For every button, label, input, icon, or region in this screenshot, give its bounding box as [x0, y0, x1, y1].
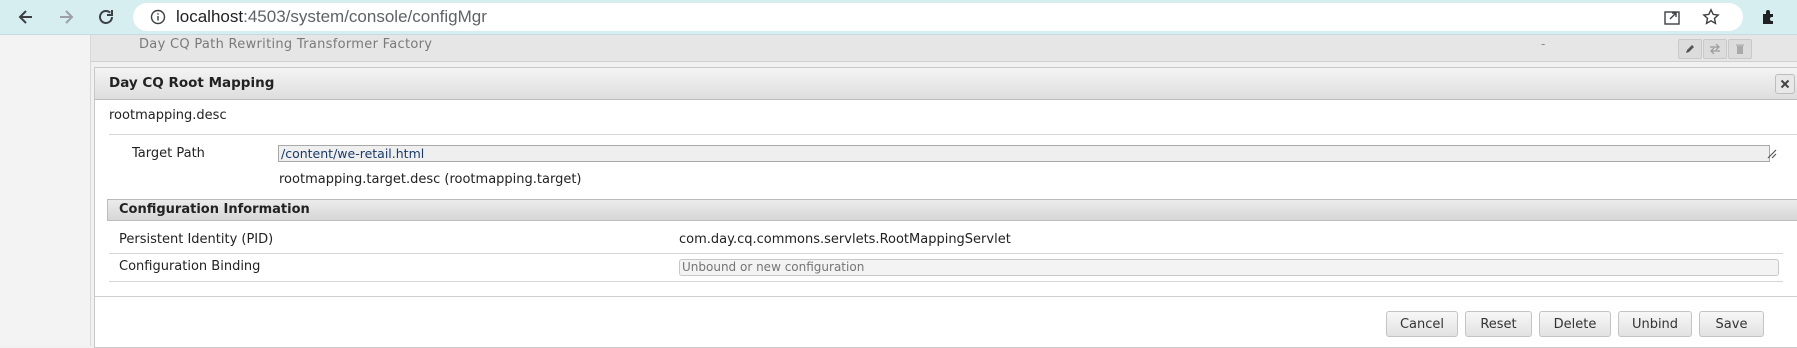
unbind-button[interactable]: Unbind	[1618, 311, 1692, 337]
edit-pencil-icon[interactable]	[1678, 39, 1702, 59]
browser-toolbar: localhost:4503/system/console/configMgr	[0, 0, 1797, 35]
url-text: localhost:4503/system/console/configMgr	[176, 3, 487, 31]
unbind-arrows-icon[interactable]	[1703, 39, 1727, 59]
dialog-titlebar[interactable]: Day CQ Root Mapping	[95, 68, 1797, 100]
save-button[interactable]: Save	[1699, 311, 1764, 337]
configuration-info-header: Configuration Information	[107, 199, 1797, 221]
config-row-name: Day CQ Path Rewriting Transformer Factor…	[139, 37, 433, 52]
reload-icon[interactable]	[93, 4, 119, 30]
bookmark-star-icon[interactable]	[1702, 8, 1720, 26]
divider	[109, 253, 1783, 254]
site-info-icon[interactable]	[150, 9, 166, 25]
binding-input	[679, 259, 1779, 276]
target-path-hint: rootmapping.target.desc (rootmapping.tar…	[279, 172, 582, 187]
forward-arrow-icon[interactable]	[53, 4, 79, 30]
pid-value: com.day.cq.commons.servlets.RootMappingS…	[679, 232, 1011, 247]
divider	[109, 134, 1797, 135]
url-path: :4503/system/console/configMgr	[243, 7, 487, 26]
target-path-label: Target Path	[132, 146, 205, 161]
resize-grip-icon[interactable]	[1767, 149, 1777, 159]
divider	[109, 281, 1783, 282]
target-path-input[interactable]	[278, 145, 1770, 162]
back-arrow-icon[interactable]	[13, 4, 39, 30]
delete-button[interactable]: Delete	[1539, 311, 1611, 337]
delete-trash-icon[interactable]	[1728, 39, 1752, 59]
left-sidebar	[0, 35, 91, 346]
extensions-puzzle-icon[interactable]	[1760, 7, 1780, 27]
share-icon[interactable]	[1663, 8, 1681, 26]
binding-label: Configuration Binding	[119, 259, 261, 274]
cancel-button[interactable]: Cancel	[1386, 311, 1458, 337]
config-dialog: Day CQ Root Mapping rootmapping.desc Tar…	[94, 67, 1797, 348]
button-bar-divider	[95, 296, 1797, 297]
reset-button[interactable]: Reset	[1465, 311, 1532, 337]
dialog-description: rootmapping.desc	[109, 108, 227, 123]
pid-label: Persistent Identity (PID)	[119, 232, 274, 247]
config-list-row[interactable]: Day CQ Path Rewriting Transformer Factor…	[91, 35, 1797, 62]
configuration-info-title: Configuration Information	[119, 202, 310, 217]
url-host: localhost	[176, 7, 244, 26]
close-icon[interactable]	[1775, 74, 1795, 94]
address-bar[interactable]: localhost:4503/system/console/configMgr	[133, 3, 1743, 31]
dialog-title: Day CQ Root Mapping	[109, 75, 275, 91]
config-row-status: -	[1541, 37, 1546, 51]
